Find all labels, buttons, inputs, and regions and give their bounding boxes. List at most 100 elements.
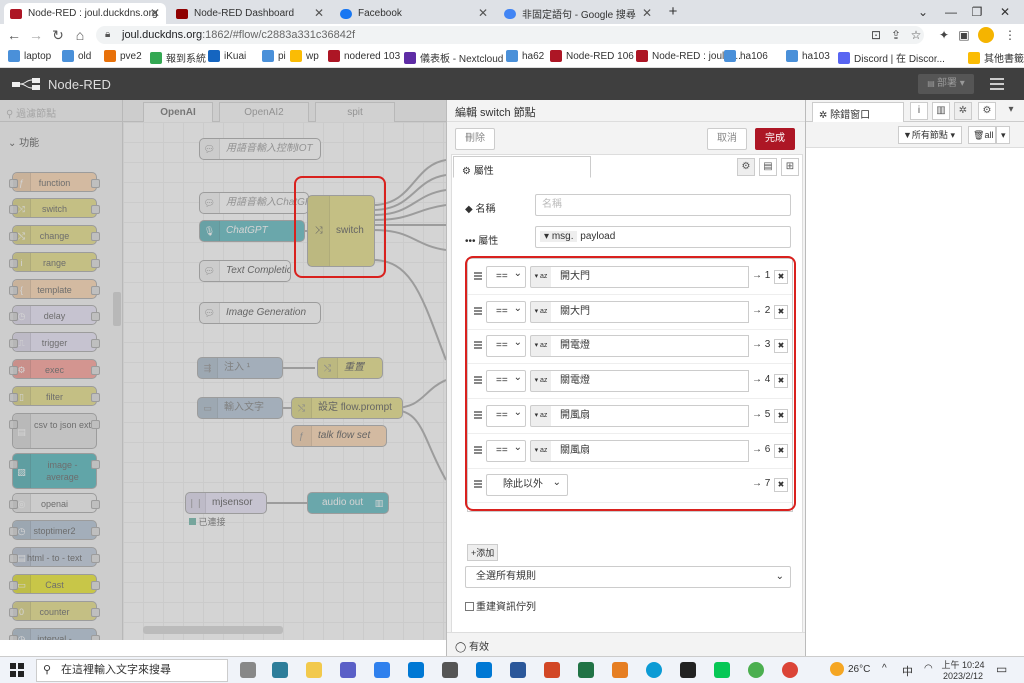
check-all-rules-select[interactable]: 全選所有規則 ⌄ xyxy=(465,566,791,588)
temperature[interactable]: 26°C xyxy=(848,664,870,675)
close-tab-icon[interactable]: ✕ xyxy=(150,6,160,20)
bookmark-item[interactable]: old xyxy=(62,50,91,62)
workspace-horizontal-scrollbar[interactable] xyxy=(143,626,283,634)
browser-tab-dashboard[interactable]: Node-RED Dashboard ✕ xyxy=(170,3,330,24)
excel-icon[interactable] xyxy=(578,662,594,678)
property-input[interactable]: ▾ msg. payload xyxy=(535,226,791,248)
restore-icon[interactable]: ❐ xyxy=(966,3,988,21)
microsoft-store-icon[interactable] xyxy=(476,662,492,678)
bookmark-favicon-icon xyxy=(262,50,274,62)
help-tab-icon[interactable]: ▥ xyxy=(932,102,950,120)
sidebar-menu-icon[interactable]: ▾ xyxy=(1002,102,1020,120)
bookmark-favicon-icon xyxy=(550,50,562,62)
bookmark-item[interactable]: ha62 xyxy=(506,50,544,62)
bookmark-item[interactable]: iKuai xyxy=(208,50,246,62)
profile-avatar[interactable] xyxy=(978,27,994,43)
config-tab-icon[interactable]: ⚙ xyxy=(978,102,996,120)
fusion-icon[interactable] xyxy=(680,662,696,678)
bookmark-item[interactable]: 報到系統 xyxy=(150,50,206,65)
done-button[interactable]: 完成 xyxy=(755,128,795,150)
powerpoint-icon[interactable] xyxy=(544,662,560,678)
word-icon[interactable] xyxy=(510,662,526,678)
browser-tab-google[interactable]: 非固定語句 - Google 搜尋 ✕ xyxy=(498,3,658,24)
chrome-icon[interactable] xyxy=(782,662,798,678)
bookmark-item[interactable]: pi xyxy=(262,50,286,62)
close-tab-icon[interactable]: ✕ xyxy=(314,6,324,20)
main-menu-icon[interactable] xyxy=(990,78,1004,90)
bookmark-favicon-icon xyxy=(208,50,220,62)
windows-start-icon[interactable] xyxy=(10,663,24,677)
tab-properties[interactable]: ⚙ 屬性 xyxy=(453,156,591,178)
bug-icon: ✲ xyxy=(819,110,831,121)
minimize-icon[interactable]: — xyxy=(940,3,962,21)
deploy-button[interactable]: ▤ 部署 ▾ xyxy=(918,74,974,94)
clear-debug-button[interactable]: 🗑︎all xyxy=(968,126,996,144)
settings-icon[interactable] xyxy=(442,662,458,678)
browser-tab-facebook[interactable]: Facebook ✕ xyxy=(334,3,494,24)
bookmark-item[interactable]: pve2 xyxy=(104,50,142,62)
tab-debug[interactable]: ✲ 除錯窗口 xyxy=(812,102,904,122)
nodered-favicon-icon xyxy=(10,8,22,19)
share-icon[interactable]: ⇪ xyxy=(888,27,904,43)
name-input[interactable]: 名稱 xyxy=(535,194,791,216)
ime-indicator[interactable]: 中 xyxy=(902,663,913,679)
forward-icon[interactable]: → xyxy=(28,27,44,43)
recreate-sequences-checkbox[interactable]: 重建資訊佇列 xyxy=(465,598,536,613)
bookmark-star-icon[interactable]: ☆ xyxy=(908,27,924,43)
description-tab-icon[interactable]: ▤ xyxy=(759,158,777,176)
sidepanel-icon[interactable]: ▣ xyxy=(956,27,972,43)
browser-menu-icon[interactable]: ⋮ xyxy=(1002,27,1018,43)
tab-search-icon[interactable]: ⌄ xyxy=(912,3,934,21)
taskbar-search-input[interactable]: ⚲ 在這裡輸入文字來搜尋 xyxy=(36,659,228,682)
bookmark-item[interactable]: Discord | 在 Discor... xyxy=(838,50,945,65)
info-tab-icon[interactable]: i xyxy=(910,102,928,120)
bookmark-item[interactable]: Node-RED 106 xyxy=(550,50,634,62)
photos-icon[interactable] xyxy=(374,662,390,678)
filter-nodes-button[interactable]: ▼所有節點 ▾ xyxy=(898,126,962,144)
bookmark-item[interactable]: nodered 103 xyxy=(328,50,400,62)
edge-icon[interactable] xyxy=(646,662,662,678)
extensions-icon[interactable]: ✦ xyxy=(936,27,952,43)
google-lens-icon[interactable]: ⊡ xyxy=(868,27,884,43)
bookmark-item[interactable]: ha106 xyxy=(724,50,768,62)
close-tab-icon[interactable]: ✕ xyxy=(642,6,652,20)
calculator-icon[interactable] xyxy=(272,662,288,678)
url-field[interactable]: 🔒︎ joul.duckdns.org:1862/#flow/c2883a331… xyxy=(96,26,924,44)
file-explorer-icon[interactable] xyxy=(306,662,322,678)
line-icon[interactable] xyxy=(714,662,730,678)
clock[interactable]: 上午 10:24 2023/2/12 xyxy=(940,658,986,681)
notification-icon[interactable]: ▭ xyxy=(996,662,1007,676)
tray-chevron-icon[interactable]: ^ xyxy=(882,663,887,674)
bookmark-item[interactable]: laptop xyxy=(8,50,51,62)
debug-tab-icon[interactable]: ✲ xyxy=(954,102,972,120)
close-window-icon[interactable]: ✕ xyxy=(994,3,1016,21)
bookmark-favicon-icon xyxy=(506,50,518,62)
chevron-down-icon: ⌄ xyxy=(775,571,784,582)
bookmark-item[interactable]: 其他書籤 xyxy=(968,50,1024,65)
widget-view-icon[interactable] xyxy=(240,662,256,678)
bookmark-item[interactable]: ha103 xyxy=(786,50,830,62)
bookmark-item[interactable]: wp xyxy=(290,50,319,62)
nodered-title: Node-RED xyxy=(48,77,111,92)
home-icon[interactable]: ⌂ xyxy=(72,27,88,43)
settings-tab-icon[interactable]: ⚙ xyxy=(737,158,755,176)
new-tab-icon[interactable]: + xyxy=(662,3,684,21)
app-circle-icon[interactable] xyxy=(748,662,764,678)
paint-icon[interactable] xyxy=(612,662,628,678)
bookmark-item[interactable]: 儀表板 - Nextcloud xyxy=(404,50,503,65)
office-icon[interactable] xyxy=(408,662,424,678)
wifi-icon[interactable]: ◠ xyxy=(924,663,933,674)
nodered-favicon-icon xyxy=(176,8,188,19)
delete-button[interactable]: 刪除 xyxy=(455,128,495,150)
back-icon[interactable]: ← xyxy=(6,27,22,43)
browser-tab-nodered[interactable]: Node-RED : joul.duckdns.org ✕ xyxy=(4,3,166,24)
cancel-button[interactable]: 取消 xyxy=(707,128,747,150)
teams-icon[interactable] xyxy=(340,662,356,678)
add-rule-button[interactable]: +添加 xyxy=(467,544,499,561)
reload-icon[interactable]: ↻ xyxy=(50,27,66,43)
clear-options-button[interactable]: ▾ xyxy=(996,126,1010,144)
enabled-toggle-icon[interactable]: ◯ xyxy=(455,642,469,653)
appearance-tab-icon[interactable]: ⊞ xyxy=(781,158,799,176)
msg-type-select[interactable]: ▾ msg. xyxy=(540,231,578,242)
close-tab-icon[interactable]: ✕ xyxy=(478,6,488,20)
